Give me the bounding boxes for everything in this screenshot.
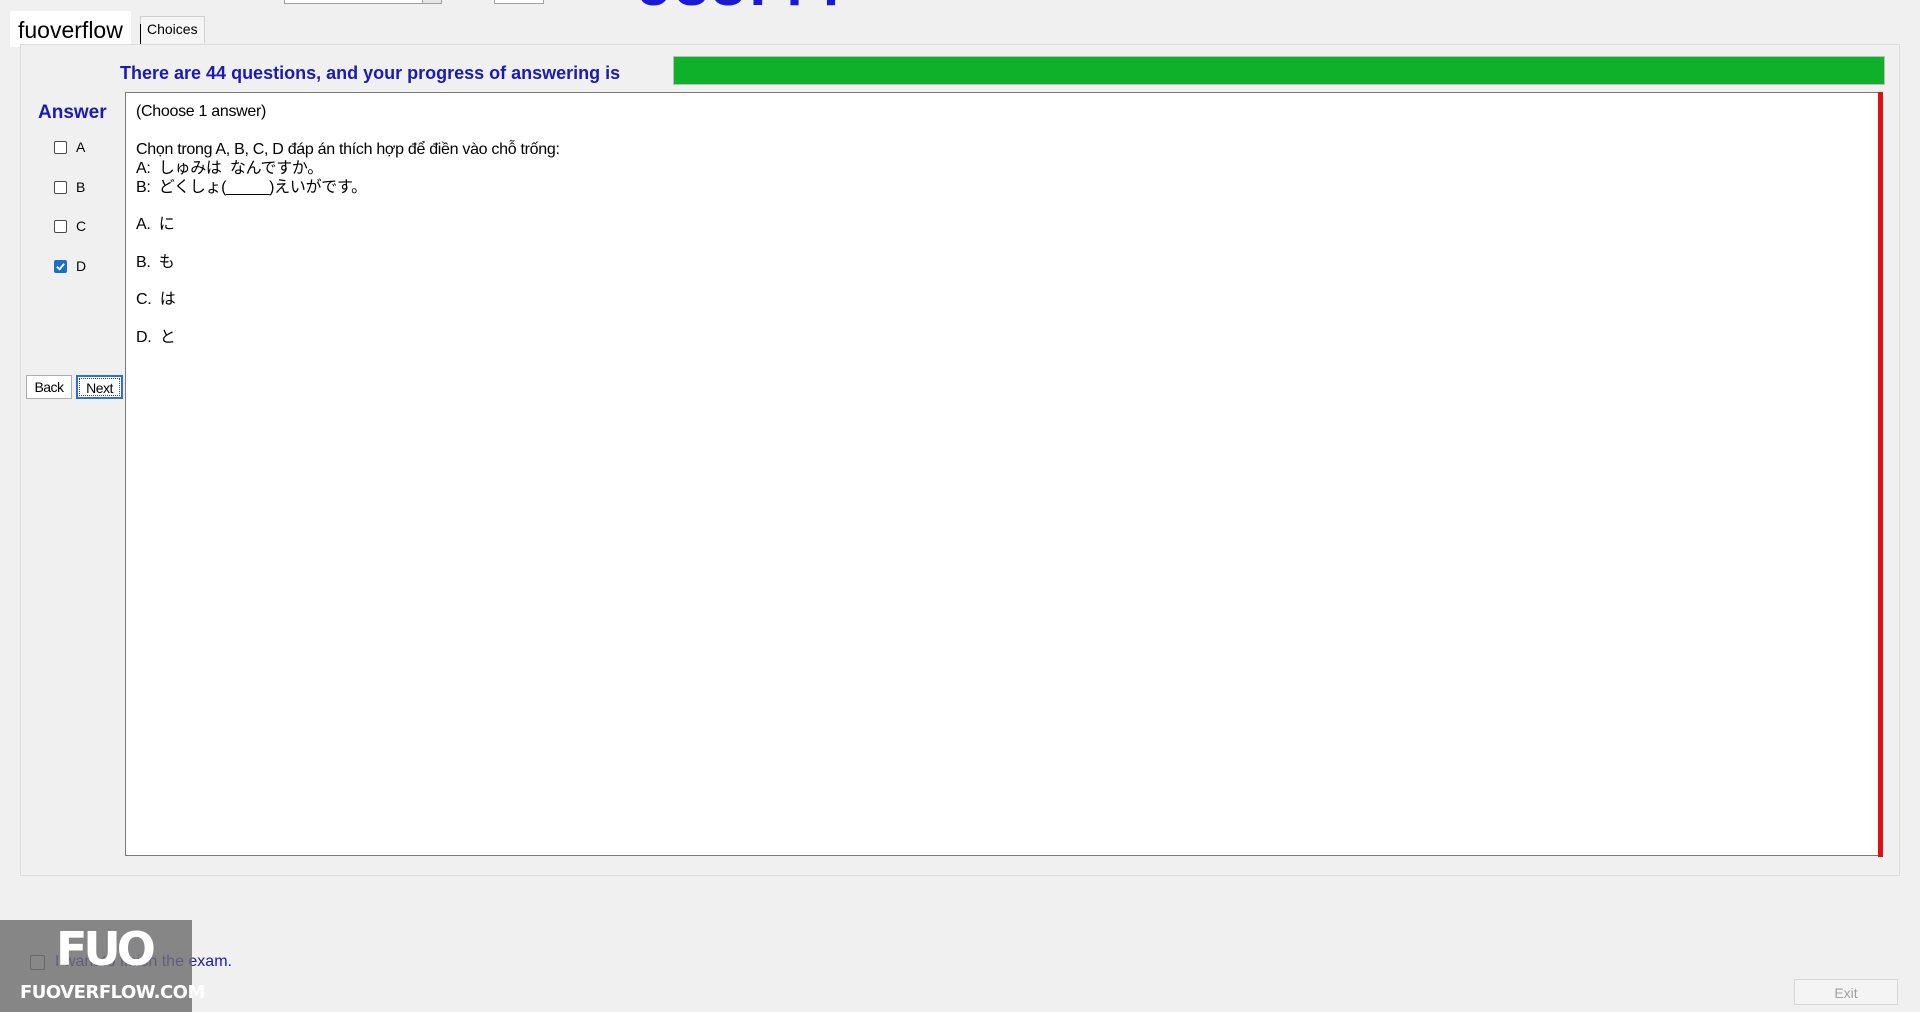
back-button[interactable]: Back (26, 375, 72, 399)
answer-option-a[interactable]: A (54, 138, 85, 156)
watermark-logo: FUO (56, 922, 156, 976)
question-choice: A. に (136, 216, 175, 233)
font-size-field[interactable] (494, 0, 544, 4)
answer-option-label: D (76, 258, 87, 274)
checkbox-a[interactable] (54, 140, 67, 154)
watermark-site: FUOVERFLOW.COM (20, 982, 205, 1003)
check-icon (56, 262, 65, 271)
checkbox-c[interactable] (54, 219, 67, 233)
answer-option-label: B (76, 179, 86, 195)
answer-option-b[interactable]: B (54, 178, 85, 196)
answer-option-label: A (76, 139, 86, 155)
exit-button[interactable]: Exit (1794, 979, 1898, 1005)
chevron-down-icon[interactable] (422, 0, 441, 3)
question-prompt-line: A: しゅみは なんですか。 (136, 160, 323, 177)
next-button[interactable]: Next (76, 375, 123, 399)
answer-option-label: C (76, 218, 87, 234)
scroll-indicator-bar (1878, 92, 1883, 857)
checkbox-d[interactable] (54, 259, 67, 273)
question-choice: C. は (136, 291, 176, 308)
answer-option-d[interactable]: D (54, 257, 86, 275)
timer-display: J33:44 (638, 0, 843, 16)
watermark: FUO FUOVERFLOW.COM (0, 920, 205, 1012)
question-prompt-line: B: どくしょ(_____)えいがです。 (136, 179, 367, 196)
question-choice: B. も (136, 254, 175, 271)
progress-text: There are 44 questions, and your progres… (120, 63, 621, 83)
tab-choices[interactable]: Choices (140, 16, 205, 43)
checkbox-b[interactable] (54, 180, 67, 194)
progress-bar (673, 56, 1885, 85)
question-choice: D. と (136, 329, 176, 346)
answer-title: Answer (38, 102, 107, 123)
progress-bar-fill (674, 57, 1884, 84)
exam-code-combobox[interactable] (284, 0, 442, 4)
question-content-box[interactable]: (Choose 1 answer) Chọn trong A, B, C, D … (125, 92, 1883, 856)
answer-option-c[interactable]: C (54, 217, 86, 235)
question-prompt-line: Chọn trong A, B, C, D đáp án thích hợp đ… (136, 141, 560, 158)
app-label: fuoverflow (10, 11, 131, 47)
text-cursor (140, 24, 141, 46)
question-instruction: (Choose 1 answer) (136, 103, 267, 120)
